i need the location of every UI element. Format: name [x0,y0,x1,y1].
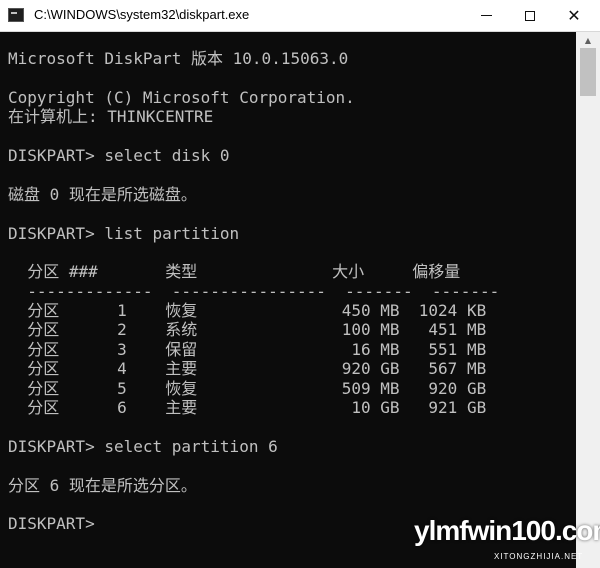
console-line: ------------- ---------------- ------- -… [8,281,500,301]
console-line: 分区 ### 类型 大小 偏移量 [8,262,461,282]
console-line: 分区 3 保留 16 MB 551 MB [8,339,487,359]
console-line: DISKPART> select disk 0 [8,145,230,165]
console-window: C:\WINDOWS\system32\diskpart.exe ✕ Micro… [0,0,600,568]
console-line: 分区 6 现在是所选分区。 [8,475,197,495]
console-output[interactable]: Microsoft DiskPart 版本 10.0.15063.0 Copyri… [0,32,576,568]
window-title: C:\WINDOWS\system32\diskpart.exe [34,7,250,22]
console-line: Microsoft DiskPart 版本 10.0.15063.0 [8,49,349,68]
console-line: Copyright (C) Microsoft Corporation. [8,87,355,107]
console-line: DISKPART> list partition [8,223,240,243]
minimize-button[interactable] [463,0,509,31]
console-line: 分区 5 恢复 509 MB 920 GB [8,378,487,398]
close-icon: ✕ [567,5,581,25]
maximize-button[interactable] [507,0,553,31]
console-icon[interactable] [8,8,24,22]
minimize-icon [480,15,492,16]
console-line: 分区 4 主要 920 GB 567 MB [8,359,487,379]
vertical-scrollbar[interactable]: ▲ [576,32,600,568]
console-line: 磁盘 0 现在是所选磁盘。 [8,184,197,204]
console-line: DISKPART> select partition 6 [8,436,278,456]
close-button[interactable]: ✕ [551,0,597,31]
title-bar[interactable]: C:\WINDOWS\system32\diskpart.exe ✕ [0,0,600,32]
watermark-logo: ylmfwin100.com [414,515,600,546]
console-line: 分区 6 主要 10 GB 921 GB [8,398,487,418]
console-line: 在计算机上: THINKCENTRE [8,107,214,127]
console-line: 分区 2 系统 100 MB 451 MB [8,320,487,340]
watermark: ylmfwin100.com XITONGZHIJIA.NET [414,510,600,568]
scroll-up-arrow-icon[interactable]: ▲ [576,32,600,48]
maximize-icon [525,10,535,21]
scroll-thumb[interactable] [580,48,596,96]
console-line: 分区 1 恢复 450 MB 1024 KB [8,301,487,321]
watermark-subtitle: XITONGZHIJIA.NET [494,552,584,561]
